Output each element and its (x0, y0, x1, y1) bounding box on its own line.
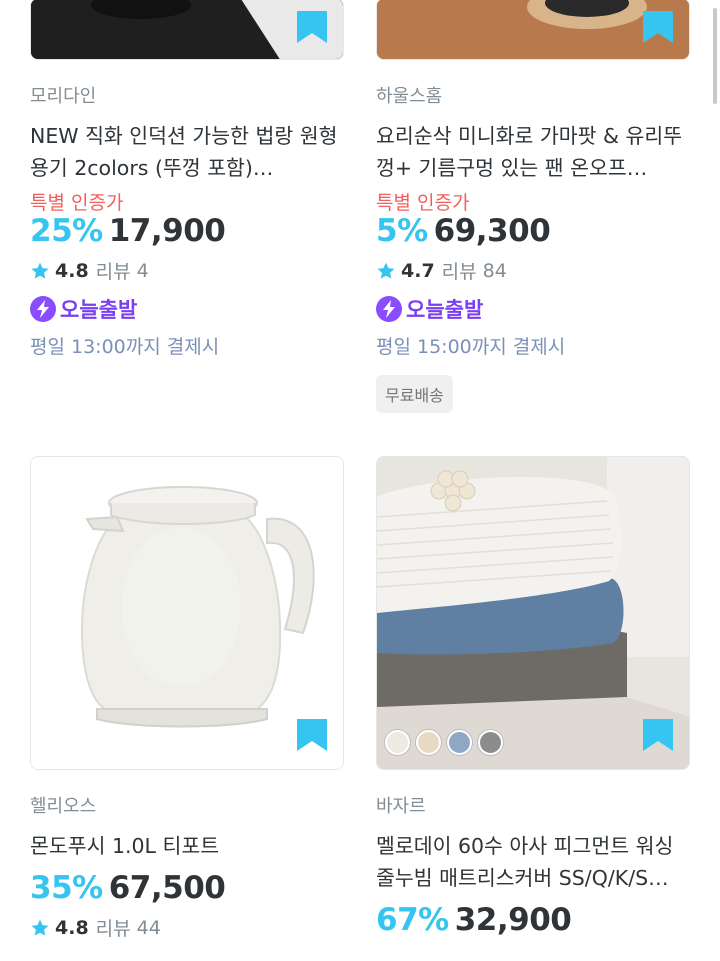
today-departure-label: 오늘출발 (406, 298, 484, 322)
price-row: 35% 67,500 (30, 870, 344, 906)
product-card[interactable]: 하울스홈 요리순삭 미니화로 가마팟 & 유리뚜껑+ 기름구멍 있는 팬 온오프… (376, 0, 690, 413)
lightning-icon (30, 296, 56, 322)
discount-rate: 35% (30, 870, 103, 906)
review-count: 44 (136, 916, 161, 939)
brand-name: 모리다인 (30, 86, 97, 107)
rating-row: 4.8 리뷰 4 (30, 257, 344, 284)
price-row: 25% 17,900 (30, 213, 344, 249)
discount-rate: 25% (30, 213, 103, 249)
review-label: 리뷰 (441, 261, 477, 283)
price: 69,300 (433, 213, 551, 249)
product-card[interactable]: 바자르 멜로데이 60수 아사 피그먼트 워싱 줄누빔 매트리스커버 SS/Q/… (376, 456, 690, 938)
star-icon (31, 919, 49, 936)
product-image[interactable] (30, 0, 344, 60)
color-swatch[interactable] (478, 730, 503, 755)
free-shipping-badge: 무료배송 (376, 375, 453, 413)
discount-rate: 67% (376, 902, 449, 938)
review-count: 4 (136, 259, 149, 282)
review-label: 리뷰 (95, 918, 131, 940)
color-swatch[interactable] (385, 730, 410, 755)
review-label: 리뷰 (95, 261, 131, 283)
product-image[interactable] (376, 456, 690, 770)
product-image[interactable] (30, 456, 344, 770)
product-card[interactable]: 헬리오스 몬도푸시 1.0L 티포트 35% 67,500 4.8 리뷰 44 (30, 456, 344, 941)
rating-row: 4.8 리뷰 44 (30, 914, 344, 941)
special-price-label: 특별 인증가 (376, 192, 470, 214)
product-title[interactable]: 몬도푸시 1.0L 티포트 (30, 830, 344, 862)
price: 67,500 (108, 870, 226, 906)
product-title[interactable]: NEW 직화 인덕션 가능한 법랑 원형 용기 2colors (뚜껑 포함)… (30, 120, 344, 184)
today-departure-label: 오늘출발 (60, 298, 138, 322)
product-title[interactable]: 멜로데이 60수 아사 피그먼트 워싱 줄누빔 매트리스커버 SS/Q/K/S… (376, 830, 690, 894)
star-icon (31, 262, 49, 279)
product-title[interactable]: 요리순삭 미니화로 가마팟 & 유리뚜껑+ 기름구멍 있는 팬 온오프… (376, 120, 690, 184)
rating-score: 4.8 (55, 916, 89, 939)
scrollbar[interactable] (713, 8, 717, 104)
rating-score: 4.8 (55, 259, 89, 282)
price-row: 5% 69,300 (376, 213, 690, 249)
today-departure-badge: 오늘출발 (30, 294, 344, 324)
bookmark-icon[interactable] (641, 9, 675, 45)
color-swatch[interactable] (447, 730, 472, 755)
bookmark-icon[interactable] (295, 717, 329, 753)
price-row: 67% 32,900 (376, 902, 690, 938)
color-swatches (385, 730, 503, 755)
deadline-text: 평일 15:00까지 결제시 (376, 336, 566, 358)
deadline-text: 평일 13:00까지 결제시 (30, 336, 220, 358)
star-icon (377, 262, 395, 279)
lightning-icon (376, 296, 402, 322)
rating-score: 4.7 (401, 259, 435, 282)
today-departure-badge: 오늘출발 (376, 294, 690, 324)
rating-row: 4.7 리뷰 84 (376, 257, 690, 284)
brand-name: 바자르 (376, 796, 426, 817)
color-swatch[interactable] (416, 730, 441, 755)
product-card[interactable]: 모리다인 NEW 직화 인덕션 가능한 법랑 원형 용기 2colors (뚜껑… (30, 0, 344, 359)
bookmark-icon[interactable] (295, 9, 329, 45)
discount-rate: 5% (376, 213, 428, 249)
price: 17,900 (108, 213, 226, 249)
brand-name: 헬리오스 (30, 796, 97, 817)
bookmark-icon[interactable] (641, 717, 675, 753)
special-price-label: 특별 인증가 (30, 192, 124, 214)
brand-name: 하울스홈 (376, 86, 443, 107)
review-count: 84 (482, 259, 507, 282)
price: 32,900 (454, 902, 572, 938)
product-image[interactable] (376, 0, 690, 60)
